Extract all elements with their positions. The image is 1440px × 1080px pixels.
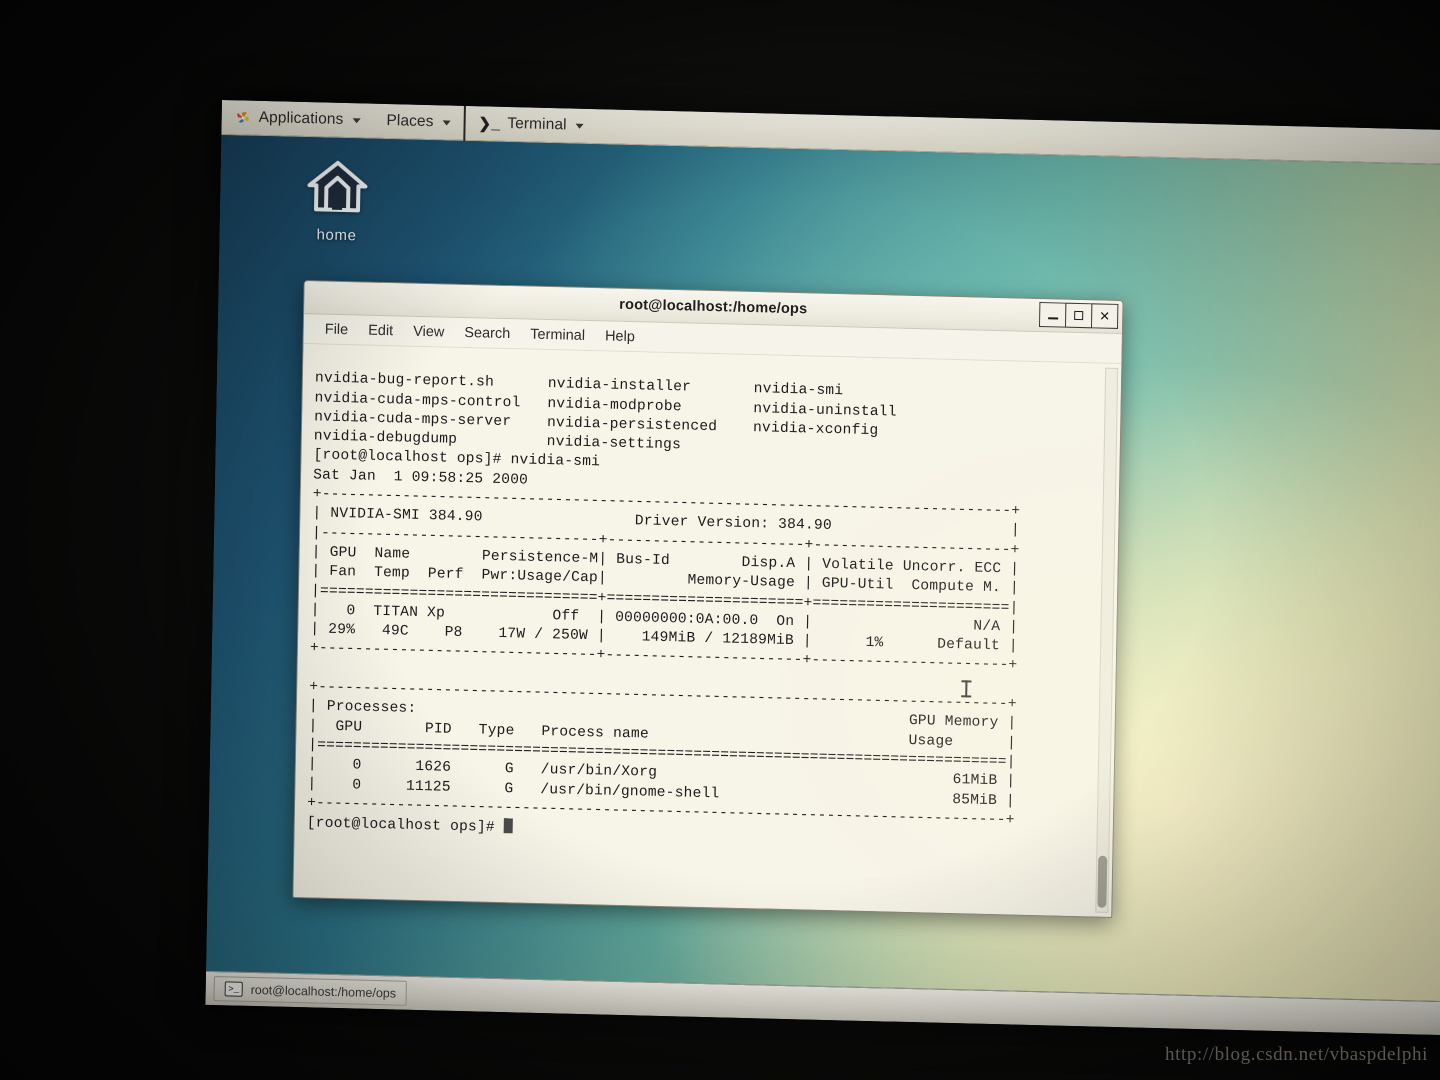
mouse-ibeam-pointer: [965, 680, 968, 698]
text-cursor: [503, 818, 513, 834]
close-button[interactable]: ✕: [1090, 303, 1119, 329]
terminal-app-label: Terminal: [507, 114, 567, 134]
watermark-url: http://blog.csdn.net/vbaspdelphi: [1164, 1044, 1428, 1065]
monitor-screen: Applications Places ❯_ Terminal home roo…: [205, 100, 1440, 1036]
applications-label: Applications: [258, 108, 344, 128]
applications-icon: [235, 109, 252, 126]
terminal-prompt: [root@localhost ops]#: [306, 815, 504, 837]
window-controls: ✕: [1038, 302, 1119, 329]
places-menu[interactable]: Places: [373, 104, 464, 140]
terminal-app-menu[interactable]: ❯_ Terminal: [465, 106, 597, 143]
menu-view[interactable]: View: [404, 321, 454, 342]
applications-menu[interactable]: Applications: [221, 100, 373, 138]
terminal-icon: ❯_: [478, 115, 501, 134]
menu-file[interactable]: File: [316, 319, 358, 340]
terminal-scrollbar[interactable]: [1095, 367, 1119, 914]
menu-help[interactable]: Help: [596, 326, 644, 347]
desktop-icon-label: home: [316, 226, 357, 245]
places-label: Places: [386, 112, 434, 131]
terminal-line: Sat Jan 1 09:58:25 2000: [312, 467, 529, 489]
desktop-icon-home[interactable]: home: [281, 159, 393, 246]
chevron-down-icon: [575, 123, 584, 129]
maximize-button[interactable]: [1064, 302, 1093, 329]
terminal-icon: >_: [224, 981, 243, 997]
scrollbar-thumb[interactable]: [1097, 855, 1108, 909]
menu-search[interactable]: Search: [455, 322, 519, 344]
menu-terminal[interactable]: Terminal: [521, 324, 594, 346]
terminal-output[interactable]: nvidia-bug-report.sh nvidia-installer nv…: [293, 344, 1122, 918]
window-title: root@localhost:/home/ops: [619, 296, 808, 318]
close-icon: ✕: [1099, 307, 1111, 324]
menu-edit[interactable]: Edit: [359, 320, 402, 341]
taskbar-window-button[interactable]: >_ root@localhost:/home/ops: [213, 976, 408, 1006]
taskbar-window-label: root@localhost:/home/ops: [250, 982, 397, 1001]
desktop-area[interactable]: home root@localhost:/home/ops ✕ File Edi…: [206, 134, 1440, 1002]
home-icon: [306, 159, 369, 220]
chevron-down-icon: [442, 119, 451, 126]
minimize-button[interactable]: [1038, 302, 1067, 328]
chevron-down-icon: [352, 117, 361, 123]
terminal-window[interactable]: root@localhost:/home/ops ✕ File Edit Vie…: [292, 280, 1124, 919]
photo-backdrop: Applications Places ❯_ Terminal home roo…: [0, 0, 1440, 1080]
